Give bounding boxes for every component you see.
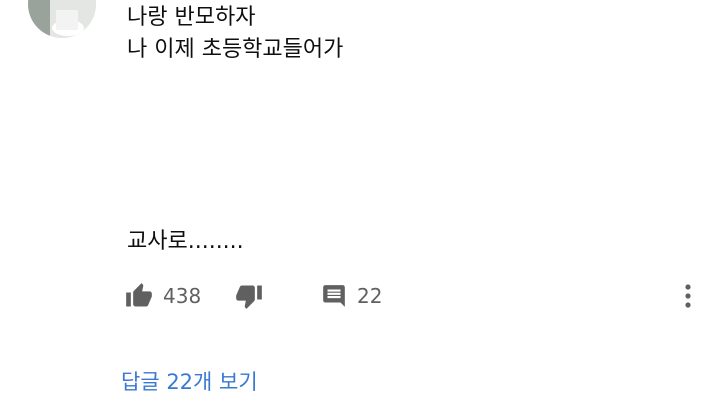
comment-actions: 438 22 [125,279,382,313]
avatar-image [28,0,96,38]
thumb-down-icon [236,285,262,309]
like-button[interactable]: 438 [125,282,235,310]
like-count: 438 [163,284,202,308]
view-replies-link[interactable]: 답글 22개 보기 [121,366,258,396]
avatar[interactable] [28,0,96,38]
thumb-up-icon [126,283,152,307]
comment-text: 나랑 반모하자 나 이제 초등학교들어가 교사로........ [127,5,344,254]
comment-icon [323,285,345,307]
more-vertical-icon [685,284,691,308]
more-actions-button[interactable] [676,282,700,310]
dislike-button[interactable] [235,282,321,310]
reply-button[interactable]: 22 [321,283,382,309]
reply-count: 22 [357,284,383,308]
